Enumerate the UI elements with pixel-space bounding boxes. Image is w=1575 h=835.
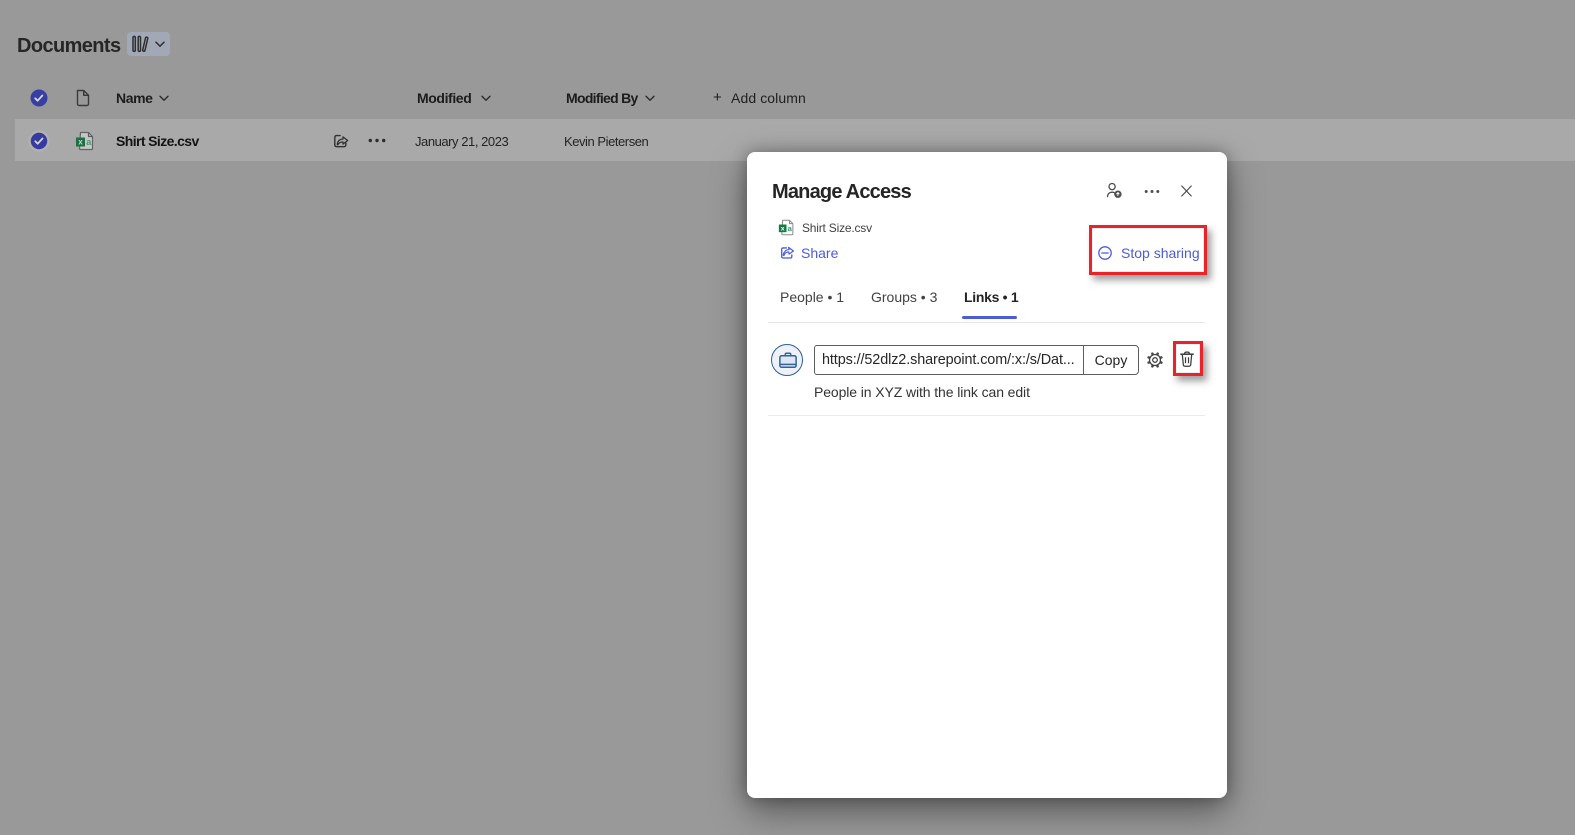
svg-text:a: a	[788, 224, 793, 233]
svg-text:x: x	[78, 138, 83, 147]
svg-text:x: x	[781, 226, 785, 233]
